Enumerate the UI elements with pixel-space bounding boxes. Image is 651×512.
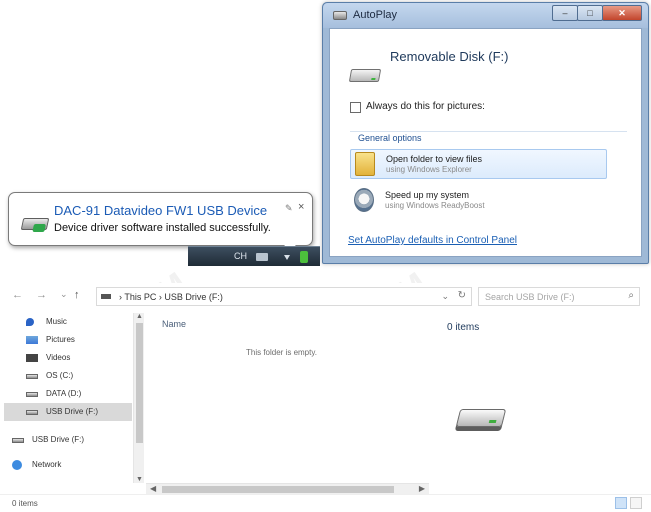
- sidebar-item-label: USB Drive (F:): [46, 407, 98, 416]
- navigation-bar: ← → ⌄ ↑ › This PC › USB Drive (F:) ⌄ ↻ S…: [0, 283, 651, 309]
- scroll-up-icon[interactable]: ▲: [136, 313, 143, 320]
- drive-icon: [26, 392, 38, 397]
- search-placeholder: Search USB Drive (F:): [485, 292, 575, 302]
- screenshot-root: VAITEM VAITEM VAITEM VAITEM AutoPlay – □…: [0, 0, 651, 512]
- autoplay-defaults-link[interactable]: Set AutoPlay defaults in Control Panel: [348, 235, 517, 246]
- recent-dropdown[interactable]: ⌄: [60, 289, 68, 300]
- details-pane: 0 items: [430, 313, 651, 483]
- option-open-folder[interactable]: Open folder to view files using Windows …: [350, 149, 607, 179]
- column-header-name[interactable]: Name: [162, 319, 186, 329]
- usb-tray-icon[interactable]: [300, 251, 308, 263]
- scroll-thumb[interactable]: [136, 323, 143, 443]
- navigation-scrollbar[interactable]: ▲ ▼: [133, 313, 144, 483]
- option-title: Open folder to view files: [386, 154, 483, 164]
- up-button[interactable]: ↑: [74, 289, 80, 301]
- sidebar-item-usb-drive-f[interactable]: USB Drive (F:): [4, 403, 132, 421]
- pictures-icon: [26, 336, 38, 344]
- autoplay-body: Removable Disk (F:) Always do this for p…: [329, 28, 642, 257]
- sidebar-item-label: Music: [46, 317, 67, 326]
- chevron-down-icon[interactable]: ⌄: [441, 291, 449, 302]
- sidebar-item-label: Pictures: [46, 335, 75, 344]
- sidebar-item-pictures[interactable]: Pictures: [4, 331, 132, 349]
- preview-item-count: 0 items: [447, 322, 480, 333]
- music-icon: [26, 318, 34, 326]
- option-subtitle: using Windows ReadyBoost: [385, 201, 485, 210]
- notification-balloon[interactable]: DAC-91 Datavideo FW1 USB Device Device d…: [8, 192, 313, 246]
- scroll-thumb[interactable]: [162, 486, 394, 493]
- network-icon: [12, 460, 22, 470]
- notification-message: Device driver software installed success…: [54, 222, 271, 234]
- navigation-pane: Music Pictures Videos OS (C:) DATA (D:) …: [0, 313, 146, 486]
- usb-drive-icon: [26, 410, 38, 415]
- details-view-icon[interactable]: [615, 497, 627, 509]
- forward-button[interactable]: →: [36, 289, 47, 301]
- sidebar-item-videos[interactable]: Videos: [4, 349, 132, 367]
- back-button[interactable]: ←: [12, 289, 23, 301]
- drive-icon: [101, 294, 111, 299]
- sidebar-item-music[interactable]: Music: [4, 313, 132, 331]
- always-do-this-label[interactable]: Always do this for pictures:: [366, 101, 485, 112]
- folder-icon: [355, 152, 375, 176]
- option-title: Speed up my system: [385, 190, 470, 200]
- close-button[interactable]: ✕: [602, 5, 642, 21]
- tray-expand-icon[interactable]: [284, 255, 290, 260]
- file-list[interactable]: Name This folder is empty.: [148, 313, 428, 473]
- sidebar-item-usb-drive-f-root[interactable]: USB Drive (F:): [0, 431, 118, 449]
- sidebar-item-data-d[interactable]: DATA (D:): [4, 385, 132, 403]
- sidebar-item-network[interactable]: Network: [0, 456, 118, 474]
- videos-icon: [26, 354, 38, 362]
- horizontal-scrollbar[interactable]: ◀ ▶: [146, 483, 429, 494]
- breadcrumb[interactable]: › This PC › USB Drive (F:): [119, 292, 223, 302]
- autoplay-titlebar[interactable]: AutoPlay – □ ✕: [323, 3, 648, 28]
- autoplay-window: AutoPlay – □ ✕ Removable Disk (F:) Alway…: [322, 2, 649, 264]
- check-icon: [32, 224, 46, 232]
- sidebar-item-os-c[interactable]: OS (C:): [4, 367, 132, 385]
- minimize-button[interactable]: –: [552, 5, 578, 21]
- search-input[interactable]: Search USB Drive (F:) ⌕: [478, 287, 640, 306]
- drive-icon: [26, 374, 38, 379]
- sidebar-item-label: OS (C:): [46, 371, 74, 380]
- usb-device-icon: [20, 218, 50, 232]
- sidebar-item-label: Network: [32, 460, 62, 469]
- usb-drive-icon: [455, 409, 507, 427]
- sidebar-item-label: Videos: [46, 353, 71, 362]
- notification-title: DAC-91 Datavideo FW1 USB Device: [54, 203, 268, 218]
- window-title: AutoPlay: [353, 9, 398, 21]
- drive-icon: [333, 11, 347, 20]
- sidebar-item-label: DATA (D:): [46, 389, 82, 398]
- option-subtitle: using Windows Explorer: [386, 165, 472, 174]
- status-item-count: 0 items: [12, 499, 38, 508]
- empty-folder-message: This folder is empty.: [246, 348, 317, 357]
- status-bar: 0 items: [0, 494, 651, 512]
- scroll-left-icon[interactable]: ◀: [150, 484, 156, 493]
- keyboard-icon[interactable]: [256, 253, 268, 261]
- refresh-icon[interactable]: ↻: [458, 290, 466, 301]
- section-label: General options: [358, 133, 422, 143]
- readyboost-icon: [354, 188, 374, 212]
- removable-disk-icon: [348, 69, 382, 82]
- file-explorer: ← → ⌄ ↑ › This PC › USB Drive (F:) ⌄ ↻ S…: [0, 283, 651, 512]
- address-bar[interactable]: › This PC › USB Drive (F:) ⌄ ↻: [96, 287, 472, 306]
- scroll-down-icon[interactable]: ▼: [136, 476, 143, 483]
- always-do-this-checkbox[interactable]: [350, 102, 361, 113]
- taskbar-tray: CH: [188, 246, 320, 266]
- section-divider: [350, 131, 627, 132]
- large-icons-view-icon[interactable]: [630, 497, 642, 509]
- sidebar-item-label: USB Drive (F:): [32, 435, 84, 444]
- device-heading: Removable Disk (F:): [390, 49, 509, 64]
- pin-icon[interactable]: ✎: [285, 203, 293, 214]
- maximize-button[interactable]: □: [577, 5, 603, 21]
- usb-drive-icon: [12, 438, 24, 443]
- option-speed-up[interactable]: Speed up my system using Windows ReadyBo…: [350, 186, 607, 216]
- close-icon[interactable]: ×: [298, 201, 304, 213]
- window-controls: – □ ✕: [552, 5, 642, 22]
- scroll-right-icon[interactable]: ▶: [419, 484, 425, 493]
- language-indicator[interactable]: CH: [234, 251, 247, 261]
- search-icon[interactable]: ⌕: [628, 290, 634, 301]
